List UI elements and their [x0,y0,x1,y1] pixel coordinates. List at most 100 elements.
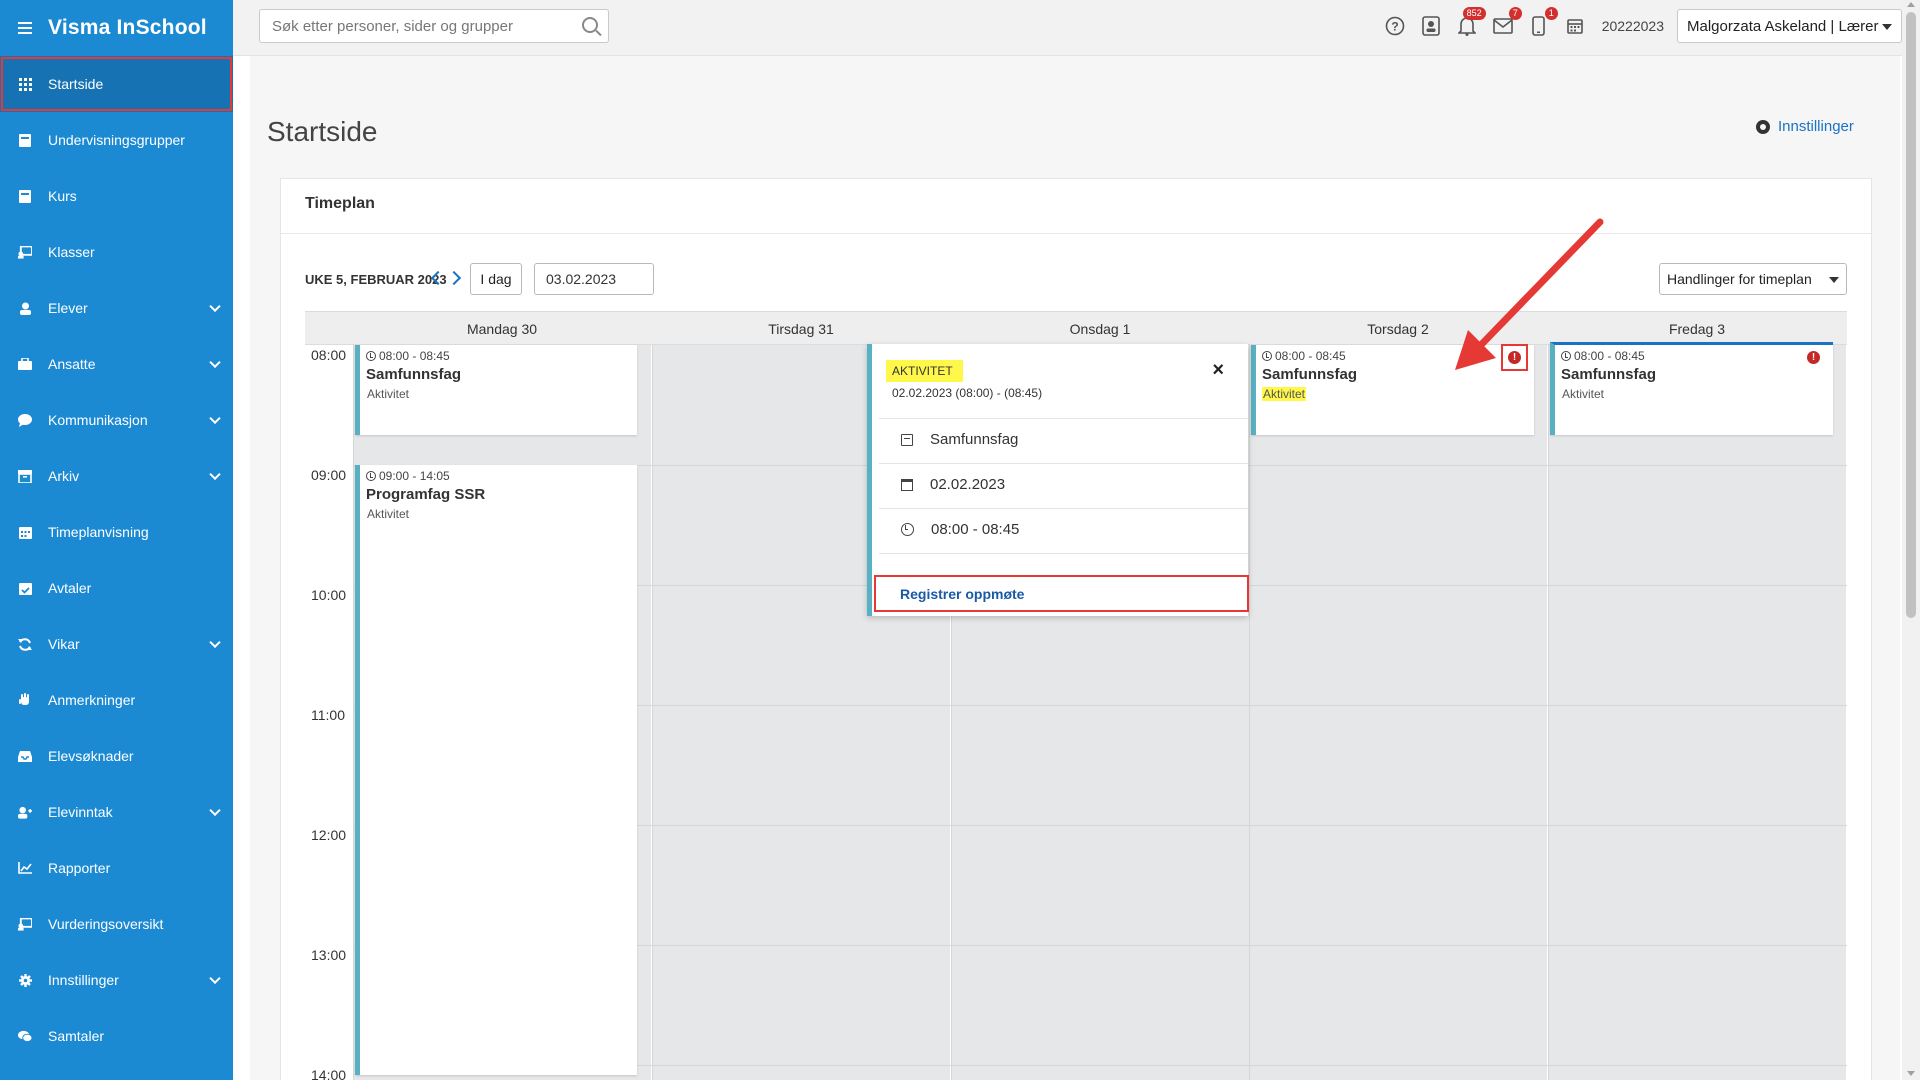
date-field[interactable]: 03.02.2023 [534,263,654,295]
app-title: Visma InSchool [48,16,207,39]
sidebar-item-avtaler[interactable]: Avtaler [0,560,233,616]
svg-text:?: ? [1391,20,1398,34]
gear-icon [1756,119,1770,134]
sidebar-item-label: Avtaler [48,580,92,596]
event-time-text: 08:00 - 08:45 [1574,349,1645,363]
board-icon [18,245,32,259]
chevron-down-icon[interactable] [209,356,221,369]
sidebar-item-elevinntak[interactable]: Elevinntak [0,784,233,840]
sidebar-item-elever[interactable]: Elever [0,280,233,336]
calendar-header: Mandag 30 Tirsdag 31 Onsdag 1 Torsdag 2 … [305,311,1847,345]
caret-down-icon [1829,277,1839,283]
day-header-thursday: Torsdag 2 [1367,321,1429,337]
school-term[interactable]: 20222023 [1602,18,1664,34]
sidebar-item-klasser[interactable]: Klasser [0,224,233,280]
event-type: Aktivitet [367,507,410,521]
chevron-down-icon[interactable] [209,636,221,649]
mail-icon[interactable]: 7 [1492,7,1522,37]
calendar-icon [18,525,32,539]
event-card[interactable]: 08:00 - 08:45 Samfunnsfag Aktivitet [1251,345,1534,435]
sidebar-item-label: Ansatte [48,356,96,372]
sidebar-item-label: Elevinntak [48,804,113,820]
sidebar-item-timeplanvisning[interactable]: Timeplanvisning [0,504,233,560]
sidebar-item-anmerkninger[interactable]: Anmerkninger [0,672,233,728]
sidebar-item-label: Timeplanvisning [48,524,149,540]
week-label: UKE 5, FEBRUAR 2023 [305,272,447,287]
event-title: Samfunnsfag [1262,366,1358,383]
close-icon[interactable]: × [1212,359,1224,382]
page-scrollbar[interactable] [1902,0,1920,1080]
day-column-friday[interactable] [1548,345,1846,1080]
chevron-down-icon[interactable] [209,972,221,985]
timeplan-actions-dropdown[interactable]: Handlinger for timeplan [1659,263,1847,295]
sidebar-item-startside[interactable]: Startside [0,56,233,112]
user-role-select[interactable]: Malgorzata Askeland | Lærer [1677,9,1902,43]
event-type: Aktivitet [367,387,410,401]
hand-icon [18,693,32,707]
chevron-down-icon[interactable] [209,468,221,481]
sidebar-item-kommunikasjon[interactable]: Kommunikasjon [0,392,233,448]
event-time-text: 09:00 - 14:05 [379,469,450,483]
calendar-icon[interactable] [1564,15,1586,37]
search-icon[interactable] [582,17,598,33]
warning-icon[interactable]: ! [1807,351,1820,364]
event-title: Samfunnsfag [366,366,462,383]
today-button[interactable]: I dag [470,263,522,295]
grid-icon [18,77,32,91]
popup-date: 02.02.2023 [930,476,1006,493]
scroll-up-icon[interactable] [1907,2,1915,7]
sidebar-item-arkiv[interactable]: Arkiv [0,448,233,504]
chat-icon [18,1029,32,1043]
refresh-icon [18,637,32,651]
sidebar-item-label: Vurderingsoversikt [48,916,164,932]
event-time: 08:00 - 08:45 [366,349,631,363]
chevron-down-icon[interactable] [209,412,221,425]
search-box[interactable] [259,9,609,43]
settings-link[interactable]: Innstillinger [1756,118,1854,135]
sidebar-item-vurderingsoversikt[interactable]: Vurderingsoversikt [0,896,233,952]
sidebar-item-samtaler[interactable]: Samtaler [0,1008,233,1064]
event-card[interactable]: 08:00 - 08:45 Samfunnsfag Aktivitet [1550,342,1833,435]
sidebar-item-vikar[interactable]: Vikar [0,616,233,672]
sidebar: Visma InSchool Startside Undervisningsgr… [0,0,233,1080]
day-column-thursday[interactable] [1249,345,1547,1080]
bell-icon[interactable]: 852 [1456,7,1486,37]
sidebar-item-rapporter[interactable]: Rapporter [0,840,233,896]
timeplan-title: Timeplan [305,195,375,212]
hour-label: 12:00 [311,827,347,843]
day-header-tuesday: Tirsdag 31 [768,321,834,337]
mobile-icon[interactable]: 1 [1528,7,1558,37]
sidebar-item-label: Elever [48,300,88,316]
scroll-down-icon[interactable] [1907,1071,1915,1076]
sidebar-item-label: Kurs [48,188,77,204]
popup-subject: Samfunnsfag [930,431,1019,448]
sidebar-item-label: Arkiv [48,468,80,484]
event-time: 09:00 - 14:05 [366,469,631,483]
popup-time: 08:00 - 08:45 [931,521,1020,538]
sidebar-item-label: Elevsøknader [48,748,134,764]
sidebar-item-label: Innstillinger [48,972,119,988]
chevron-down-icon[interactable] [209,804,221,817]
sidebar-item-label: Samtaler [48,1028,105,1044]
event-card[interactable]: 08:00 - 08:45 Samfunnsfag Aktivitet [355,345,637,435]
event-card[interactable]: 09:00 - 14:05 Programfag SSR Aktivitet [355,465,637,1075]
sidebar-item-elevsoknader[interactable]: Elevsøknader [0,728,233,784]
hamburger-menu-icon[interactable] [18,19,32,37]
clock-icon [901,523,914,536]
messages-badge: 7 [1508,7,1522,20]
sidebar-item-undervisningsgrupper[interactable]: Undervisningsgrupper [0,112,233,168]
scrollbar-thumb[interactable] [1906,12,1916,618]
book-icon [901,433,913,446]
contacts-icon[interactable] [1420,15,1442,37]
search-input[interactable] [260,10,560,42]
sidebar-item-innstillinger[interactable]: Innstillinger [0,952,233,1008]
sidebar-item-kurs[interactable]: Kurs [0,168,233,224]
chevron-right-icon[interactable] [446,270,462,286]
hour-label: 14:00 [311,1067,347,1080]
sidebar-item-ansatte[interactable]: Ansatte [0,336,233,392]
chevron-down-icon[interactable] [209,300,221,313]
register-attendance-button[interactable]: Registrer oppmøte [874,575,1249,612]
popup-datetime: 02.02.2023 (08:00) - (08:45) [892,386,1043,400]
help-icon[interactable]: ? [1384,15,1406,37]
chart-icon [18,861,32,875]
